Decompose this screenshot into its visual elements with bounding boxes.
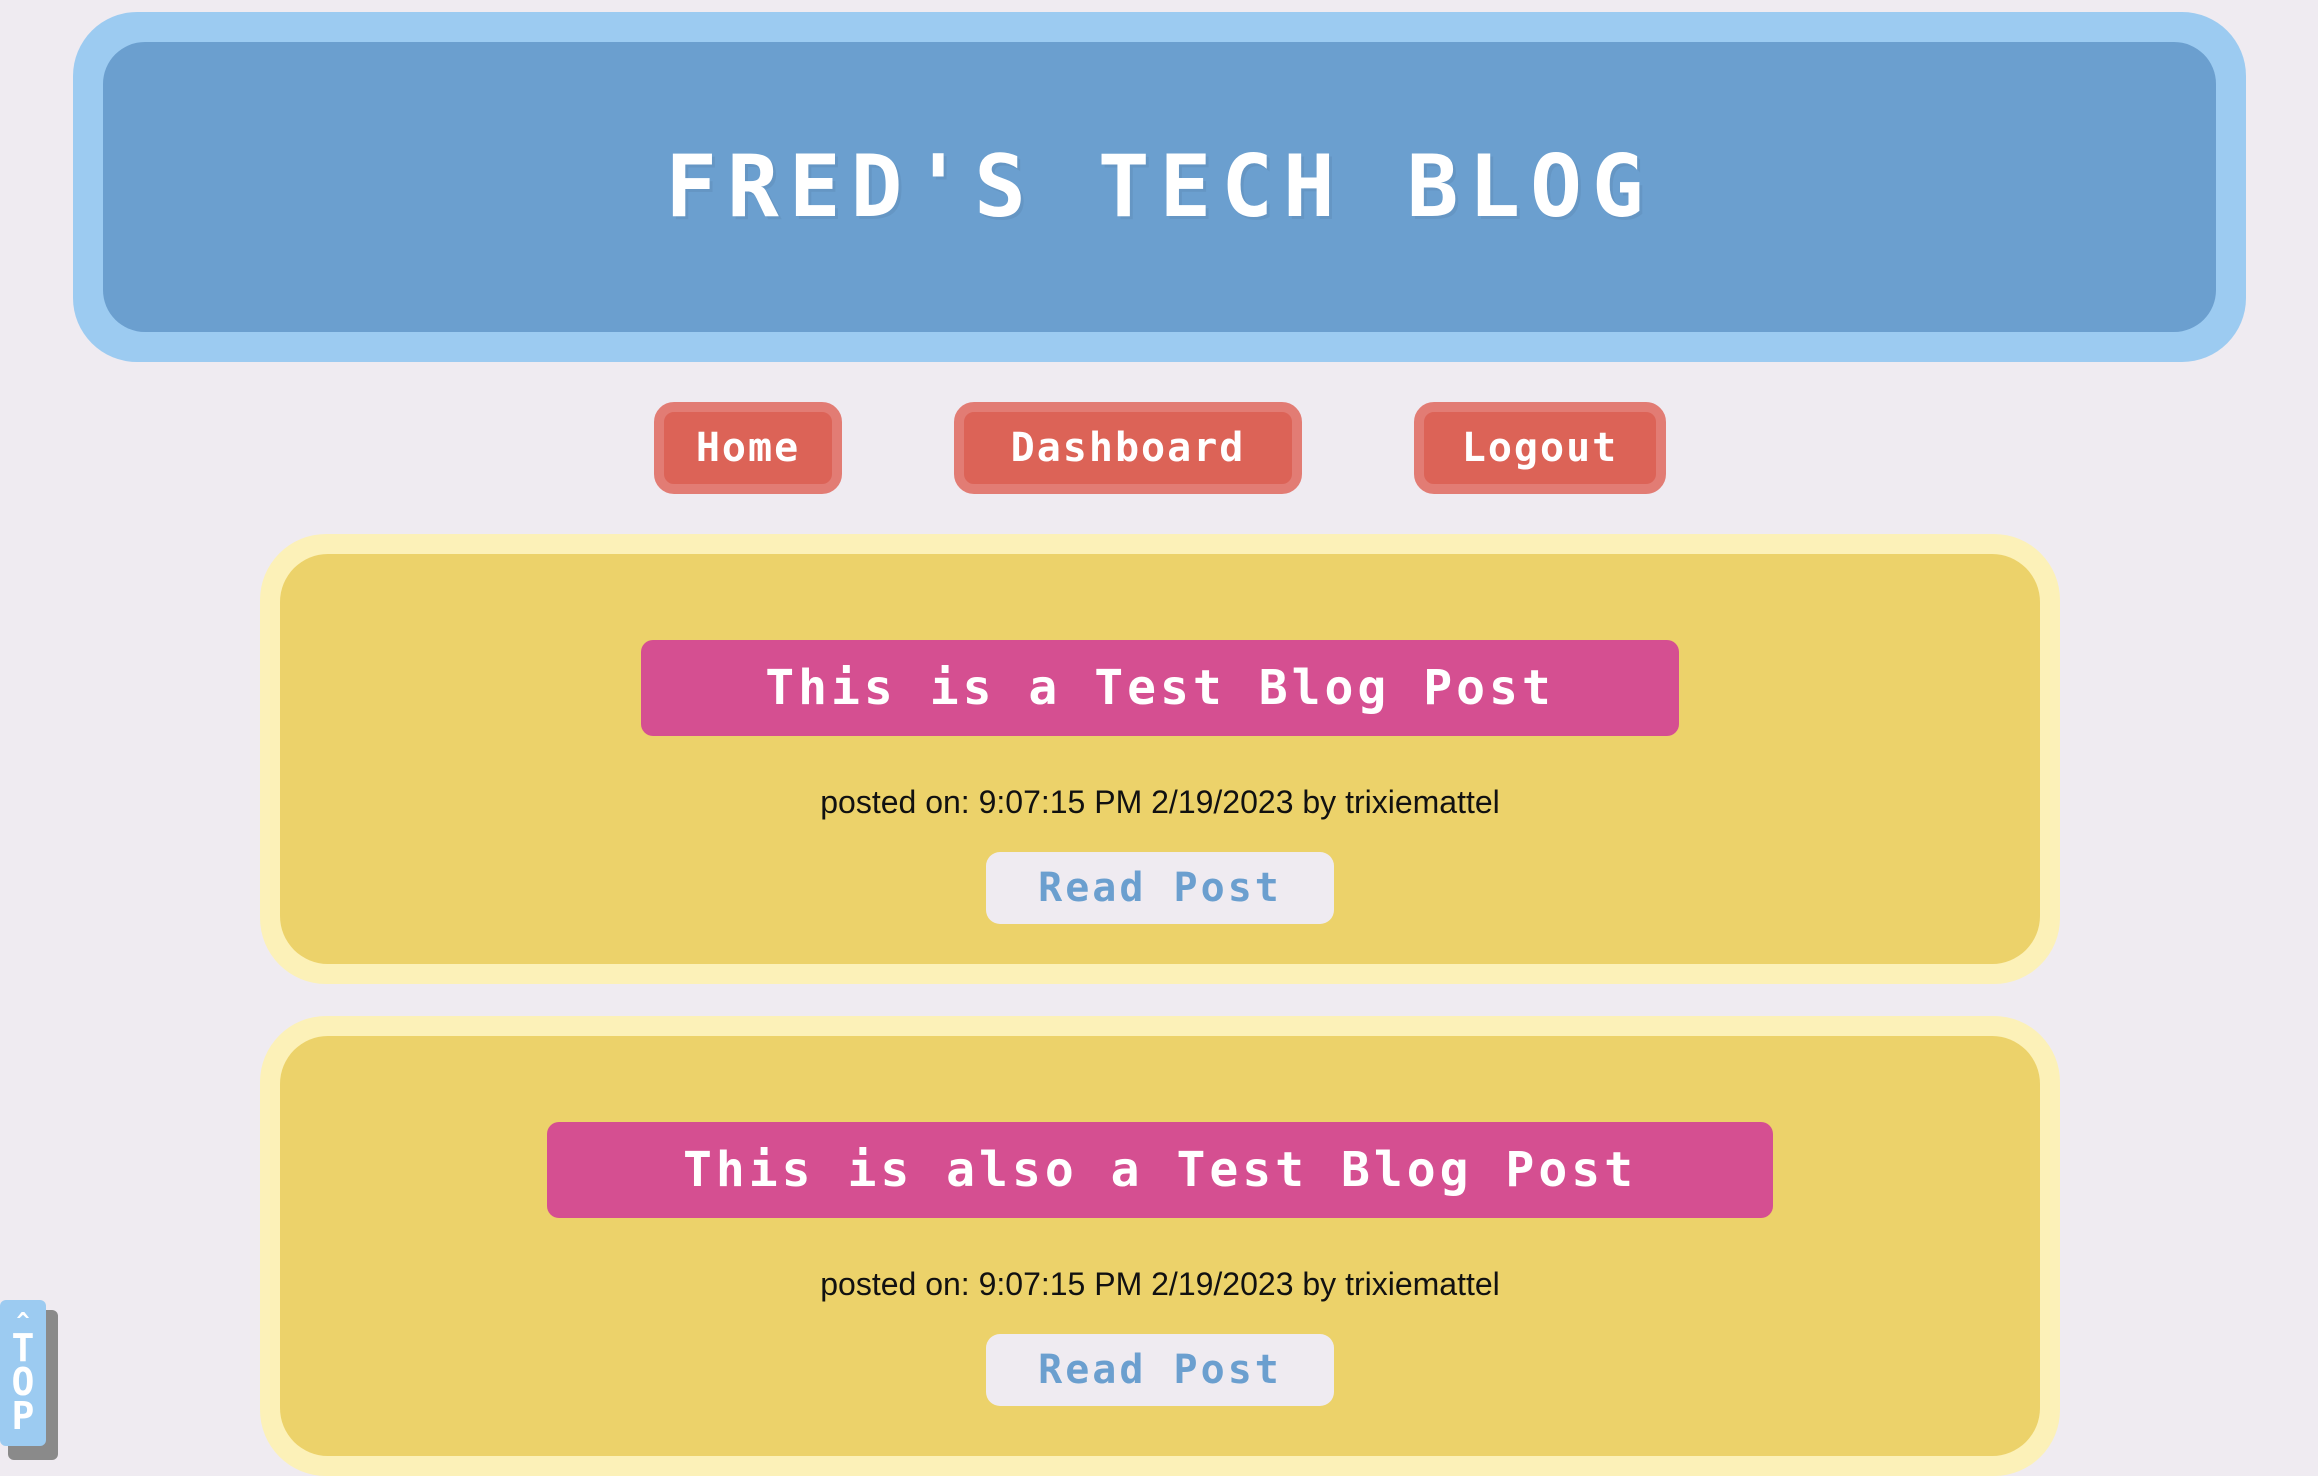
nav-logout-button[interactable]: Logout [1414, 402, 1666, 494]
back-to-top-button[interactable]: ^ T O P [0, 1300, 46, 1446]
post-title: This is a Test Blog Post [641, 640, 1679, 736]
site-header: FRED'S TECH BLOG [73, 12, 2246, 362]
nav-dashboard-button[interactable]: Dashboard [954, 402, 1302, 494]
top-letter: P [11, 1394, 35, 1438]
post-card-panel: This is a Test Blog Post posted on: 9:07… [280, 554, 2040, 964]
site-header-panel: FRED'S TECH BLOG [103, 42, 2216, 332]
read-post-button[interactable]: Read Post [986, 852, 1334, 924]
site-title: FRED'S TECH BLOG [665, 137, 1654, 237]
post-meta: posted on: 9:07:15 PM 2/19/2023 by trixi… [820, 784, 1500, 820]
read-post-button[interactable]: Read Post [986, 1334, 1334, 1406]
post-card: This is a Test Blog Post posted on: 9:07… [260, 534, 2060, 984]
post-card: This is also a Test Blog Post posted on:… [260, 1016, 2060, 1476]
post-meta: posted on: 9:07:15 PM 2/19/2023 by trixi… [820, 1266, 1500, 1302]
nav-home-button[interactable]: Home [654, 402, 842, 494]
post-title: This is also a Test Blog Post [547, 1122, 1773, 1218]
post-card-panel: This is also a Test Blog Post posted on:… [280, 1036, 2040, 1456]
